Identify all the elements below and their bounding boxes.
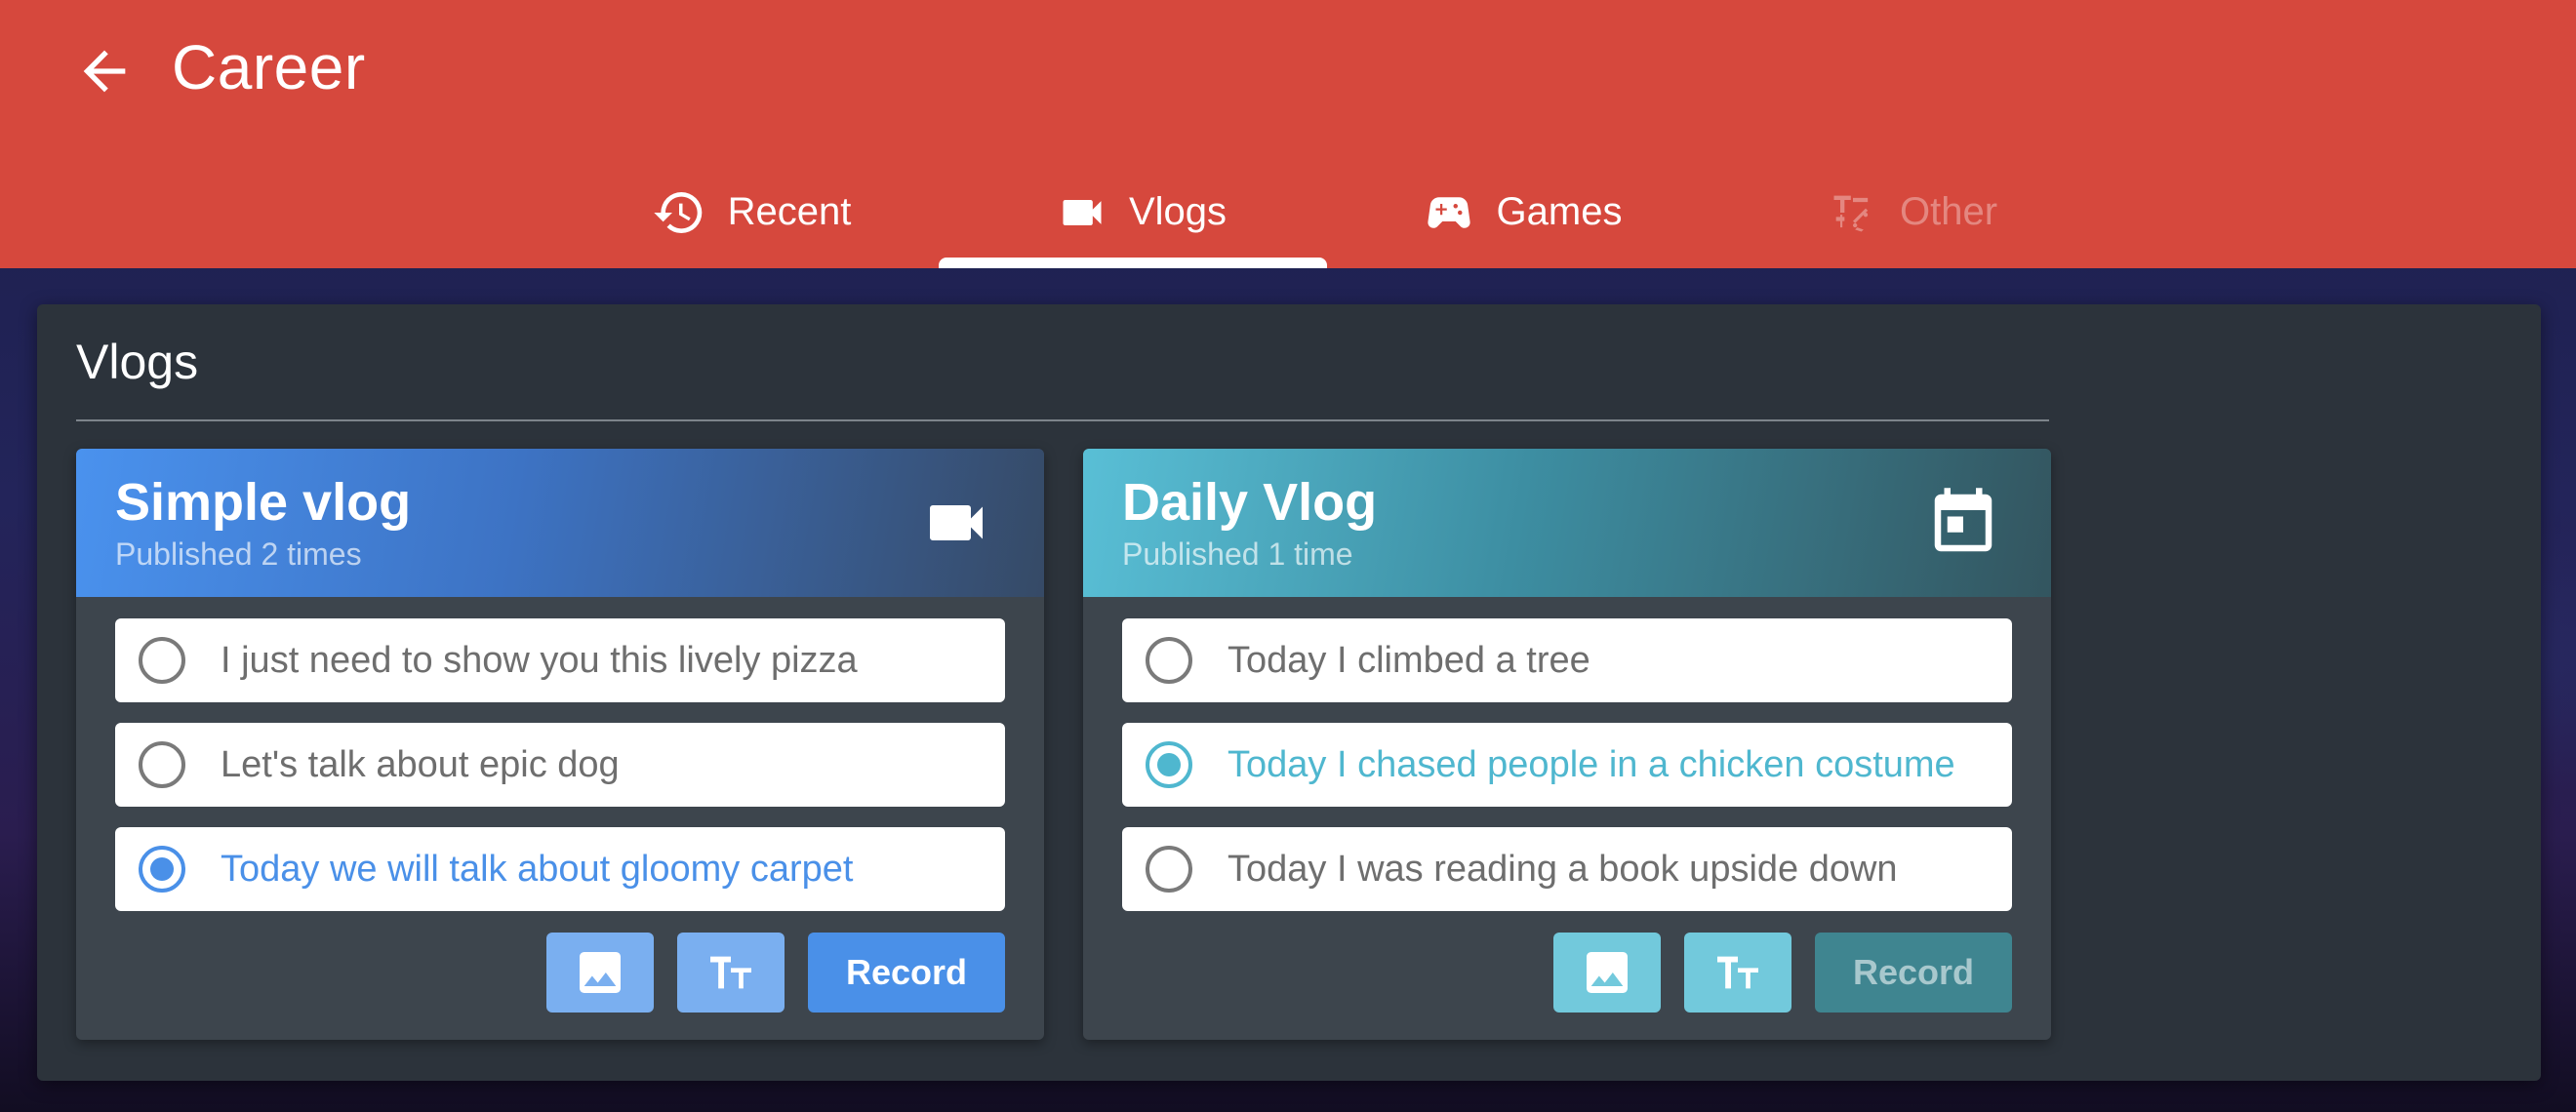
radio-button[interactable] xyxy=(1146,637,1192,684)
tab-bar: Recent Vlogs Games Other xyxy=(0,156,2576,268)
option-label: I just need to show you this lively pizz… xyxy=(221,640,858,681)
calendar-icon xyxy=(1924,484,2002,562)
radio-button[interactable] xyxy=(139,637,185,684)
option-label: Let's talk about epic dog xyxy=(221,744,620,785)
back-button[interactable] xyxy=(62,29,146,113)
tab-games[interactable]: Games xyxy=(1420,156,1625,268)
record-button[interactable]: Record xyxy=(1815,933,2012,1013)
vlog-option[interactable]: Today I climbed a tree xyxy=(1122,618,2012,702)
gamepad-icon xyxy=(1427,196,1470,228)
vlog-option[interactable]: I just need to show you this lively pizz… xyxy=(115,618,1005,702)
card-header: Simple vlog Published 2 times xyxy=(76,449,1044,597)
card-title: Simple vlog xyxy=(115,473,412,532)
vlog-option-selected[interactable]: Today we will talk about gloomy carpet xyxy=(115,827,1005,911)
section-divider xyxy=(76,419,2049,421)
image-icon xyxy=(580,952,621,993)
card-title: Daily Vlog xyxy=(1122,473,1378,532)
symbols-icon xyxy=(1833,195,1869,231)
vlog-option-selected[interactable]: Today I chased people in a chicken costu… xyxy=(1122,723,2012,807)
tab-vlogs[interactable]: Vlogs xyxy=(1044,156,1239,268)
option-label: Today we will talk about gloomy carpet xyxy=(221,849,854,890)
image-button[interactable] xyxy=(546,933,654,1013)
option-label: Today I chased people in a chicken costu… xyxy=(1228,744,1955,785)
videocam-icon xyxy=(917,484,995,562)
tab-recent[interactable]: Recent xyxy=(644,156,859,268)
option-label: Today I climbed a tree xyxy=(1228,640,1590,681)
active-tab-indicator xyxy=(939,258,1327,268)
section-title: Vlogs xyxy=(76,335,199,389)
tab-other[interactable]: Other xyxy=(1815,156,2010,268)
history-icon xyxy=(653,191,702,233)
radio-button[interactable] xyxy=(1146,846,1192,893)
vlog-card-simple: Simple vlog Published 2 times I just nee… xyxy=(76,449,1044,1040)
vlogs-panel: Vlogs Simple vlog Published 2 times I ju… xyxy=(37,304,2541,1081)
image-button[interactable] xyxy=(1553,933,1661,1013)
radio-button-checked[interactable] xyxy=(1146,741,1192,788)
tab-games-label: Games xyxy=(1496,190,1623,233)
page-title: Career xyxy=(172,32,366,102)
text-size-icon xyxy=(710,956,751,989)
image-icon xyxy=(1587,952,1628,993)
card-subtitle: Published 1 time xyxy=(1122,536,1353,572)
radio-button-checked[interactable] xyxy=(139,846,185,893)
option-label: Today I was reading a book upside down xyxy=(1228,849,1898,890)
vlog-option[interactable]: Today I was reading a book upside down xyxy=(1122,827,2012,911)
vlog-option[interactable]: Let's talk about epic dog xyxy=(115,723,1005,807)
app-header: Career Recent Vlogs Games Other xyxy=(0,0,2576,268)
radio-button[interactable] xyxy=(139,741,185,788)
tab-other-label: Other xyxy=(1899,190,1998,233)
videocam-icon xyxy=(1063,199,1102,225)
card-subtitle: Published 2 times xyxy=(115,536,362,572)
arrow-left-icon xyxy=(83,50,126,93)
card-header: Daily Vlog Published 1 time xyxy=(1083,449,2051,597)
text-button[interactable] xyxy=(677,933,785,1013)
vlog-card-daily: Daily Vlog Published 1 time Today I clim… xyxy=(1083,449,2051,1040)
tab-recent-label: Recent xyxy=(727,190,852,233)
tab-vlogs-label: Vlogs xyxy=(1128,190,1228,233)
record-button[interactable]: Record xyxy=(808,933,1005,1013)
text-button[interactable] xyxy=(1684,933,1791,1013)
text-size-icon xyxy=(1717,956,1758,989)
